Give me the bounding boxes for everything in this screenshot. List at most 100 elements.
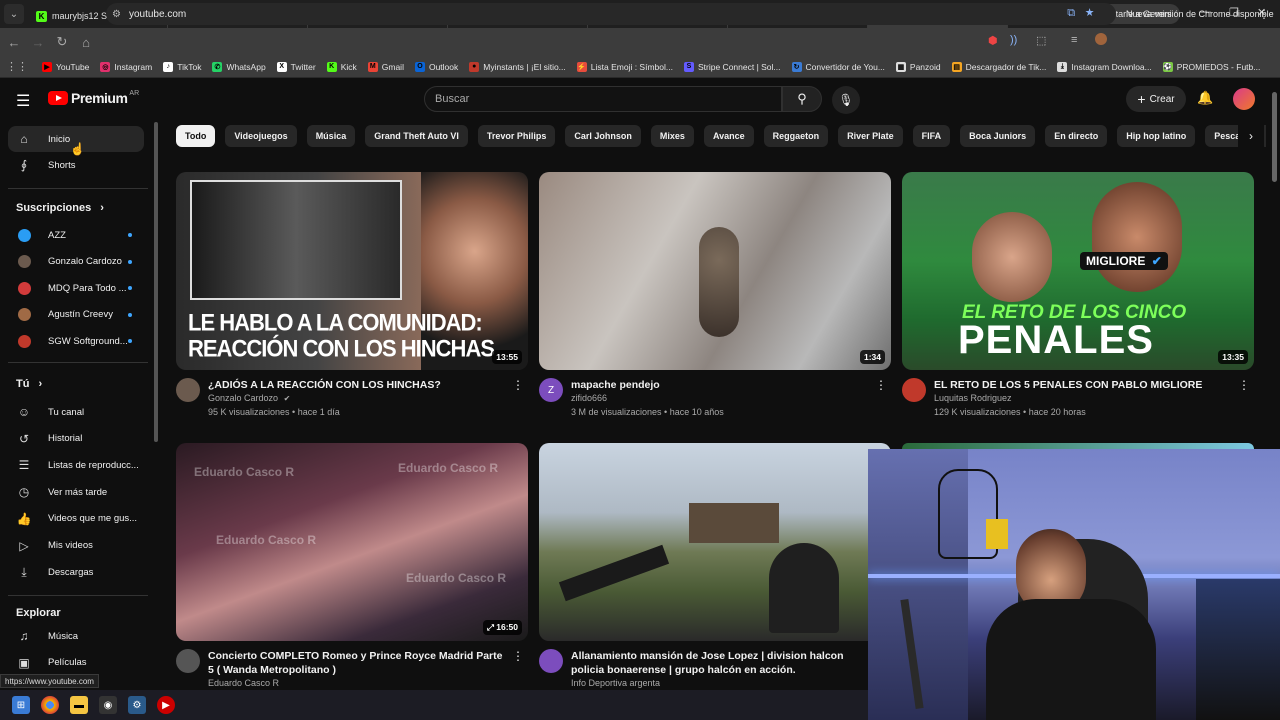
filter-chip[interactable]: Todo: [176, 125, 216, 147]
account-avatar[interactable]: [1233, 88, 1255, 110]
search-button[interactable]: ⚲: [782, 86, 822, 112]
filter-chip[interactable]: Boca Juniors: [960, 125, 1036, 147]
video-title[interactable]: ¿ADIÓS A LA REACCIÓN CON LOS HINCHAS?: [208, 378, 508, 392]
search-input[interactable]: Buscar: [424, 86, 782, 112]
extension-icon[interactable]: ⬢: [988, 34, 998, 47]
video-thumbnail[interactable]: [539, 443, 891, 641]
youtube-app-icon[interactable]: ▶: [157, 696, 175, 714]
create-button[interactable]: + Crear: [1126, 86, 1186, 112]
video-thumbnail[interactable]: 1:34: [539, 172, 891, 370]
notifications-bell-icon[interactable]: 🔔: [1197, 90, 1213, 106]
channel-name[interactable]: Luquitas Rodriguez: [934, 393, 1012, 403]
video-card[interactable]: Allanamiento mansión de Jose Lopez | div…: [539, 443, 891, 701]
filter-chip[interactable]: En directo: [1045, 125, 1108, 147]
apps-grid-icon[interactable]: ⋮⋮: [6, 60, 28, 73]
channel-name[interactable]: Eduardo Casco R: [208, 678, 279, 688]
bookmark-item[interactable]: K Kick: [326, 61, 357, 72]
bookmark-item[interactable]: ♪ TikTok: [163, 61, 201, 72]
channel-avatar[interactable]: [902, 378, 926, 402]
bookmark-item[interactable]: ● Myinstants | ¡El sitio...: [469, 61, 566, 72]
bookmark-item[interactable]: ↻ Convertidor de You...: [791, 61, 885, 72]
sidebar-scrollbar[interactable]: [154, 122, 158, 442]
voice-search-button[interactable]: 🎙: [832, 86, 860, 114]
back-icon[interactable]: ←: [4, 35, 24, 50]
more-options-icon[interactable]: ⋮: [1238, 378, 1250, 392]
filter-chip[interactable]: Mixes: [650, 125, 694, 147]
video-thumbnail[interactable]: MIGLIORE ✔ EL RETO DE LOS CINCO PENALES …: [902, 172, 1254, 370]
sidebar-item[interactable]: 👍 Videos que me gus...: [8, 506, 144, 532]
subscription-item[interactable]: AZZ: [8, 222, 144, 248]
subscriptions-heading[interactable]: Suscripciones ›: [16, 202, 104, 214]
video-card[interactable]: LE HABLO A LA COMUNIDAD: REACCIÓN CON LO…: [176, 172, 528, 430]
bookmark-item[interactable]: ⚡ Lista Emoji : Símbol...: [576, 61, 673, 72]
video-card[interactable]: 1:34 Z mapache pendejo zifido666 3 M de …: [539, 172, 891, 430]
filter-chip[interactable]: Música: [306, 125, 356, 147]
bookmark-item[interactable]: S Stripe Connect | Sol...: [683, 61, 781, 72]
subscription-item[interactable]: Agustín Creevy: [8, 302, 144, 328]
filter-chip[interactable]: Reggaeton: [763, 125, 829, 147]
video-title[interactable]: EL RETO DE LOS 5 PENALES CON PABLO MIGLI…: [934, 378, 1234, 392]
bookmark-item[interactable]: ◎ Instagram: [100, 61, 152, 72]
bookmark-item[interactable]: ⤓ Instagram Downloa...: [1057, 61, 1152, 72]
video-card[interactable]: Eduardo Casco R Eduardo Casco R Eduardo …: [176, 443, 528, 701]
bookmark-item[interactable]: X Twitter: [276, 61, 316, 72]
sidebar-item[interactable]: ↺ Historial: [8, 426, 144, 452]
video-title[interactable]: Allanamiento mansión de Jose Lopez | div…: [571, 649, 871, 677]
video-title[interactable]: Concierto COMPLETO Romeo y Prince Royce …: [208, 649, 508, 677]
video-title[interactable]: mapache pendejo: [571, 378, 871, 392]
sidebar-item[interactable]: ◷ Ver más tarde: [8, 479, 144, 505]
filter-chip[interactable]: Hip hop latino: [1117, 125, 1196, 147]
obs-icon[interactable]: ◉: [99, 696, 117, 714]
chips-next-button[interactable]: ›: [1238, 125, 1264, 147]
forward-icon[interactable]: →: [28, 35, 48, 50]
subscription-item[interactable]: Gonzalo Cardozo: [8, 249, 144, 275]
video-card[interactable]: MIGLIORE ✔ EL RETO DE LOS CINCO PENALES …: [902, 172, 1254, 430]
profile-avatar[interactable]: [1095, 33, 1107, 45]
more-options-icon[interactable]: ⋮: [512, 378, 524, 392]
filter-chip[interactable]: Avance: [703, 125, 754, 147]
tab-media-icon[interactable]: ≡: [1071, 34, 1077, 46]
sidebar-item[interactable]: ☰ Listas de reproducc...: [8, 452, 144, 478]
home-icon[interactable]: ⌂: [76, 35, 96, 50]
sidebar-item[interactable]: ▣ Películas: [8, 650, 144, 676]
settings-icon[interactable]: ⚙: [128, 696, 146, 714]
channel-avatar[interactable]: [176, 378, 200, 402]
filter-chip[interactable]: River Plate: [838, 125, 903, 147]
bookmark-item[interactable]: M Gmail: [367, 61, 404, 72]
channel-avatar[interactable]: [539, 649, 563, 673]
chrome-update-label[interactable]: Nueva versión de Chrome disponible: [1126, 9, 1274, 19]
bookmark-item[interactable]: ▤ Descargador de Tik...: [951, 61, 1046, 72]
site-info-icon[interactable]: ⚙: [112, 9, 121, 20]
filter-chip[interactable]: Videojuegos: [225, 125, 297, 147]
extensions-puzzle-icon[interactable]: ⬚: [1036, 34, 1046, 47]
chrome-icon[interactable]: [41, 696, 59, 714]
reload-icon[interactable]: ↻: [52, 34, 72, 50]
address-bar[interactable]: ⚙ youtube.com ⧉★: [106, 3, 1116, 25]
omnibox-actions[interactable]: ⧉★: [1067, 7, 1104, 20]
channel-name[interactable]: zifido666: [571, 393, 607, 403]
channel-name[interactable]: Gonzalo Cardozo ✔: [208, 393, 290, 403]
filter-chip[interactable]: Grand Theft Auto VI: [365, 125, 468, 147]
bookmark-item[interactable]: ✆ WhatsApp: [212, 61, 266, 72]
youtube-logo[interactable]: Premium AR: [48, 90, 139, 106]
tab-search-button[interactable]: ⌄: [4, 4, 24, 24]
subscription-item[interactable]: MDQ Para Todo ...: [8, 275, 144, 301]
windows-start-icon[interactable]: ⊞: [12, 696, 30, 714]
channel-name[interactable]: Info Deportiva argenta: [571, 678, 660, 688]
video-thumbnail[interactable]: LE HABLO A LA COMUNIDAD: REACCIÓN CON LO…: [176, 172, 528, 370]
filter-chip[interactable]: Trevor Philips: [477, 125, 556, 147]
bookmark-item[interactable]: O Outlook: [414, 61, 458, 72]
sidebar-item[interactable]: ♫ Música: [8, 623, 144, 649]
sidebar-item[interactable]: ⤓ Descargas: [8, 559, 144, 585]
menu-icon[interactable]: ☰: [16, 91, 30, 111]
file-explorer-icon[interactable]: ▬: [70, 696, 88, 714]
page-scrollbar[interactable]: [1272, 92, 1277, 182]
channel-avatar[interactable]: [176, 649, 200, 673]
chrome-menu-icon[interactable]: ⋮: [1258, 7, 1270, 21]
bookmark-item[interactable]: ▶ YouTube: [42, 61, 89, 72]
more-options-icon[interactable]: ⋮: [875, 378, 887, 392]
sidebar-item[interactable]: ☺ Tu canal: [8, 399, 144, 425]
you-heading[interactable]: Tú ›: [16, 378, 42, 390]
sidebar-item[interactable]: ▷ Mis videos: [8, 533, 144, 559]
audio-icon[interactable]: )): [1010, 34, 1017, 46]
